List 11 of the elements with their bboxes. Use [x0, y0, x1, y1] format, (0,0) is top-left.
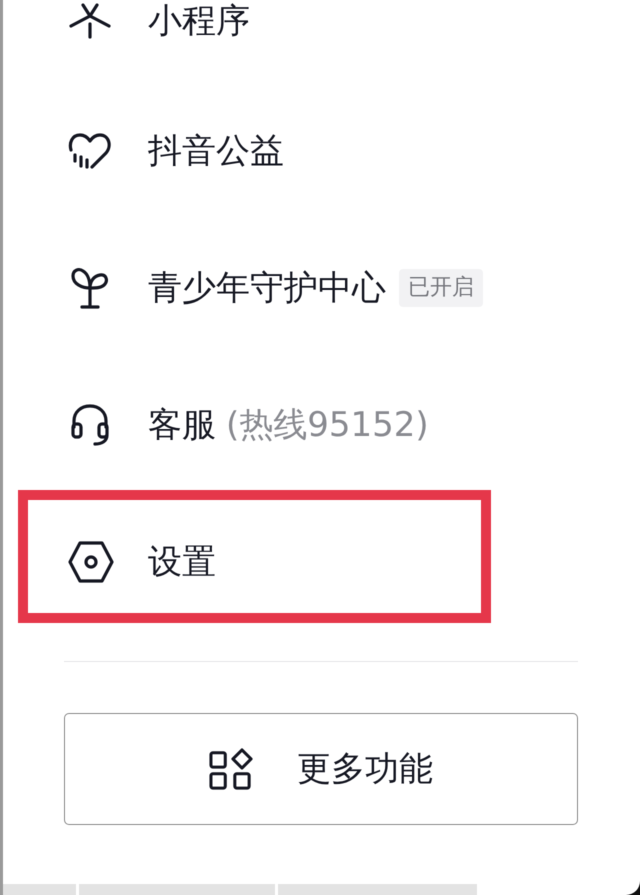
status-badge: 已开启: [399, 269, 483, 307]
more-features-button[interactable]: 更多功能: [64, 713, 578, 825]
squares-grid-icon: [209, 748, 253, 790]
menu-item[interactable]: 客服 (热线95152): [68, 403, 429, 447]
menu-item[interactable]: 青少年守护中心 已开启: [68, 266, 483, 310]
heart-icon: [68, 132, 112, 170]
settings-icon: [68, 541, 114, 583]
menu-item[interactable]: 抖音公益: [68, 130, 284, 172]
asterisk-icon: [68, 3, 112, 39]
menu-item[interactable]: 小程序: [68, 0, 250, 42]
menu-item[interactable]: 设置: [68, 541, 216, 583]
